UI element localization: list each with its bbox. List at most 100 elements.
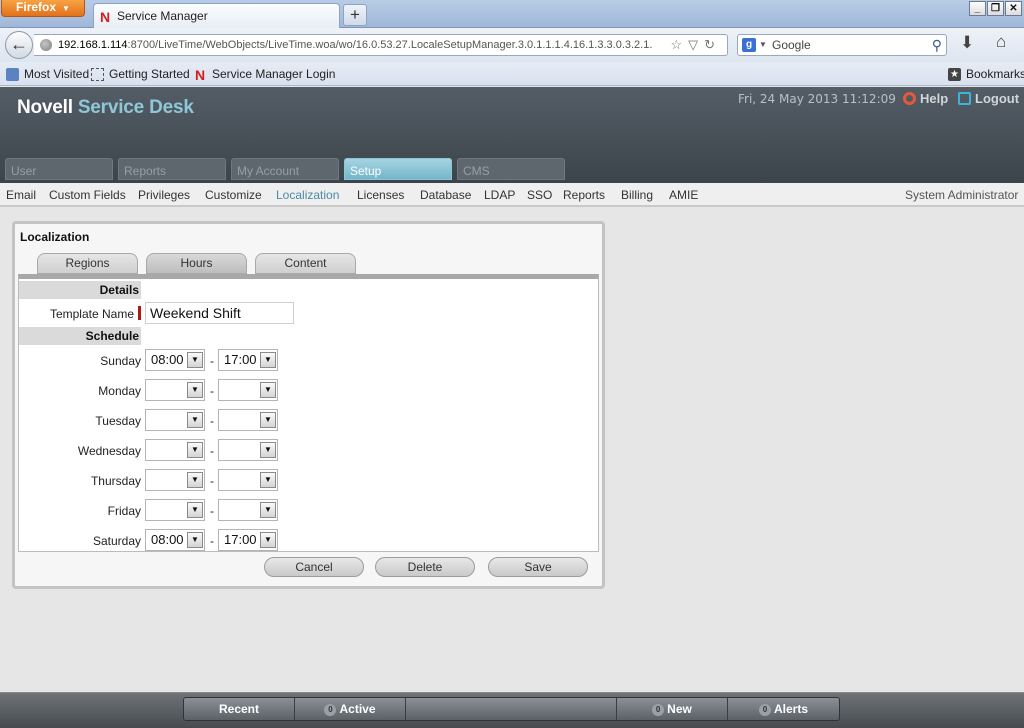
select-value: 17:00 (224, 532, 257, 547)
subnav-amie[interactable]: AMIE (669, 188, 698, 202)
home-icon[interactable]: ⌂ (996, 32, 1006, 52)
bookmark-service-manager-login[interactable]: N Service Manager Login (195, 67, 335, 82)
tab-label: User (11, 164, 37, 178)
cancel-button[interactable]: Cancel (264, 557, 364, 577)
new-label: New (667, 702, 692, 716)
dropdown-arrow-icon[interactable]: ▼ (260, 352, 276, 368)
sunday-start-select[interactable]: 08:00 ▼ (145, 349, 205, 371)
bookmark-getting-started[interactable]: Getting Started (91, 67, 190, 82)
tab-reports[interactable]: Reports (118, 158, 226, 180)
dropdown-arrow-icon[interactable]: ▼ (187, 532, 203, 548)
url-bar[interactable]: 192.168.1.114:8700/LiveTime/WebObjects/L… (34, 34, 728, 56)
dropdown-arrow-icon[interactable]: ▼ (260, 502, 276, 518)
day-label-wednesday: Wednesday (77, 444, 141, 458)
alerts-button[interactable]: 0 Alerts (728, 698, 839, 720)
tab-setup[interactable]: Setup (344, 158, 452, 180)
bottom-bar: Recent 0 Active 0 New 0 Alerts (0, 692, 1024, 728)
dropdown-arrow-icon[interactable]: ▼ (187, 382, 203, 398)
minimize-icon[interactable]: _ (969, 1, 986, 16)
subnav-database[interactable]: Database (420, 188, 471, 202)
subnav-email[interactable]: Email (6, 188, 36, 202)
day-label-saturday: Saturday (92, 534, 141, 548)
active-button[interactable]: 0 Active (295, 698, 406, 720)
dropdown-arrow-icon[interactable]: ▼ (260, 412, 276, 428)
tab-label: Setup (350, 164, 382, 178)
bookmark-label: Most Visited (24, 67, 90, 81)
friday-start-select[interactable]: ▼ (145, 499, 205, 521)
bookmark-label: Getting Started (109, 67, 190, 81)
google-icon[interactable]: g (742, 38, 756, 52)
subnav-billing[interactable]: Billing (621, 188, 653, 202)
tab-my-account[interactable]: My Account (231, 158, 339, 180)
new-tab-button[interactable]: + (343, 4, 367, 26)
saturday-end-select[interactable]: 17:00 ▼ (218, 529, 278, 551)
sunday-end-select[interactable]: 17:00 ▼ (218, 349, 278, 371)
day-label-friday: Friday (107, 504, 141, 518)
schedule-heading: Schedule (19, 327, 141, 345)
thursday-start-select[interactable]: ▼ (145, 469, 205, 491)
recent-button[interactable]: Recent (184, 698, 295, 720)
subnav-reports[interactable]: Reports (563, 188, 605, 202)
most-visited-icon (6, 68, 19, 82)
subnav-customize[interactable]: Customize (205, 188, 262, 202)
subnav-sso[interactable]: SSO (527, 188, 552, 202)
reload-icon[interactable]: ↻ (704, 37, 721, 52)
bookmark-star-icon[interactable]: ☆ (670, 37, 688, 52)
firefox-menu-button[interactable]: Firefox ▼ (1, 0, 85, 17)
logout-icon (958, 92, 971, 105)
dropdown-arrow-icon[interactable]: ▼ (260, 382, 276, 398)
select-value: 17:00 (224, 352, 257, 367)
back-button[interactable]: ← (5, 31, 33, 59)
bottom-bar-tray: Recent 0 Active 0 New 0 Alerts (183, 697, 840, 721)
tab-user[interactable]: User (5, 158, 113, 180)
wednesday-start-select[interactable]: ▼ (145, 439, 205, 461)
search-bar[interactable]: g ▼ Google ⚲ (737, 34, 947, 56)
help-label: Help (920, 91, 949, 106)
dropdown-arrow-icon[interactable]: ▼ (187, 502, 203, 518)
saturday-start-select[interactable]: 08:00 ▼ (145, 529, 205, 551)
dropdown-arrow-icon[interactable]: ▼ (260, 442, 276, 458)
tab-cms[interactable]: CMS (457, 158, 565, 180)
logout-link[interactable]: Logout (958, 91, 1019, 106)
dropdown-arrow-icon[interactable]: ▼ (187, 352, 203, 368)
save-button[interactable]: Save (488, 557, 588, 577)
tab-hours[interactable]: Hours (146, 253, 247, 274)
search-icon[interactable]: ⚲ (932, 35, 942, 55)
bookmarks-menu[interactable]: ★ Bookmarks (948, 67, 1024, 82)
star-icon: ★ (948, 68, 961, 82)
wednesday-end-select[interactable]: ▼ (218, 439, 278, 461)
chevron-down-icon[interactable]: ▼ (759, 35, 767, 55)
tab-content[interactable]: Content (255, 253, 356, 274)
dropdown-arrow-icon[interactable]: ▼ (260, 532, 276, 548)
bookmark-most-visited[interactable]: Most Visited (6, 67, 90, 82)
tuesday-end-select[interactable]: ▼ (218, 409, 278, 431)
close-icon[interactable]: ✕ (1005, 1, 1022, 16)
novell-n-icon: N (195, 66, 206, 83)
required-marker (138, 306, 141, 320)
monday-end-select[interactable]: ▼ (218, 379, 278, 401)
template-name-input[interactable]: Weekend Shift (145, 302, 294, 324)
thursday-end-select[interactable]: ▼ (218, 469, 278, 491)
subnav-ldap[interactable]: LDAP (484, 188, 515, 202)
time-separator: - (210, 444, 214, 458)
tab-regions[interactable]: Regions (37, 253, 138, 274)
restore-icon[interactable]: ❐ (987, 1, 1004, 16)
browser-tab[interactable]: N Service Manager (93, 3, 340, 28)
subnav-privileges[interactable]: Privileges (138, 188, 190, 202)
monday-start-select[interactable]: ▼ (145, 379, 205, 401)
subnav-licenses[interactable]: Licenses (357, 188, 404, 202)
help-link[interactable]: Help (903, 91, 948, 106)
dropdown-arrow-icon[interactable]: ▼ (187, 442, 203, 458)
dropdown-arrow-icon[interactable]: ▼ (187, 472, 203, 488)
subnav-localization[interactable]: Localization (276, 188, 339, 202)
page-icon (91, 68, 104, 82)
dropdown-arrow-icon[interactable]: ▼ (260, 472, 276, 488)
dropdown-arrow-icon[interactable]: ▼ (187, 412, 203, 428)
history-dropdown-icon[interactable]: ▽ (688, 37, 704, 52)
new-button[interactable]: 0 New (617, 698, 728, 720)
download-icon[interactable]: ⬇ (960, 33, 974, 53)
tuesday-start-select[interactable]: ▼ (145, 409, 205, 431)
delete-button[interactable]: Delete (375, 557, 475, 577)
friday-end-select[interactable]: ▼ (218, 499, 278, 521)
subnav-custom-fields[interactable]: Custom Fields (49, 188, 126, 202)
